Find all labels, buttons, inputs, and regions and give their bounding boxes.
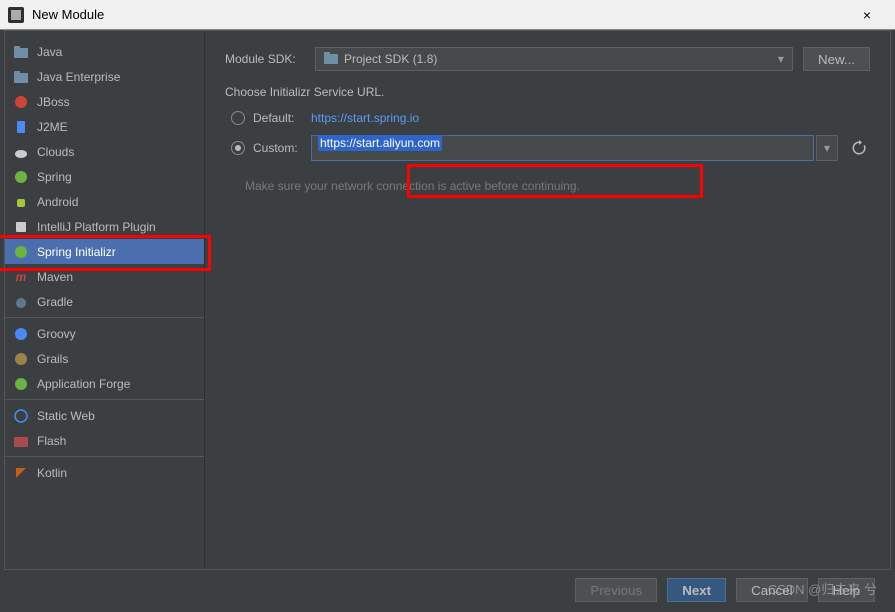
sidebar-item-maven[interactable]: m Maven — [5, 264, 204, 289]
globe-icon — [13, 408, 29, 424]
default-url-link[interactable]: https://start.spring.io — [311, 111, 419, 125]
grails-icon — [13, 351, 29, 367]
kotlin-icon — [13, 465, 29, 481]
sidebar-item-java-enterprise[interactable]: Java Enterprise — [5, 64, 204, 89]
custom-radio-row: Custom: https://start.aliyun.com ▾ — [225, 135, 870, 161]
plugin-icon — [13, 219, 29, 235]
sidebar-label: Spring Initializr — [37, 245, 116, 259]
sidebar-label: Clouds — [37, 145, 74, 159]
previous-button[interactable]: Previous — [575, 578, 657, 602]
sidebar-label: Flash — [37, 434, 66, 448]
spring-icon — [13, 169, 29, 185]
sidebar-item-groovy[interactable]: Groovy — [5, 321, 204, 346]
sidebar: Java Java Enterprise JBoss J2ME Clouds S… — [5, 31, 205, 569]
refresh-button[interactable] — [848, 137, 870, 159]
sidebar-item-application-forge[interactable]: Application Forge — [5, 371, 204, 396]
sidebar-label: J2ME — [37, 120, 68, 134]
content-panel: Module SDK: Project SDK (1.8) New... Cho… — [205, 31, 890, 569]
history-dropdown-button[interactable]: ▾ — [816, 135, 838, 161]
jboss-icon — [13, 94, 29, 110]
android-icon — [13, 194, 29, 210]
sidebar-item-jboss[interactable]: JBoss — [5, 89, 204, 114]
sidebar-label: Java Enterprise — [37, 70, 120, 84]
sidebar-item-static-web[interactable]: Static Web — [5, 403, 204, 428]
folder-icon — [13, 44, 29, 60]
sidebar-item-intellij-plugin[interactable]: IntelliJ Platform Plugin — [5, 214, 204, 239]
sdk-label: Module SDK: — [225, 52, 315, 66]
flash-icon — [13, 433, 29, 449]
spring-initializr-icon — [13, 244, 29, 260]
divider — [5, 317, 204, 318]
sidebar-item-android[interactable]: Android — [5, 189, 204, 214]
cloud-icon — [13, 144, 29, 160]
default-radio-row: Default: https://start.spring.io — [225, 111, 870, 125]
sidebar-item-j2me[interactable]: J2ME — [5, 114, 204, 139]
sidebar-label: JBoss — [37, 95, 70, 109]
sidebar-label: Spring — [37, 170, 72, 184]
sidebar-item-java[interactable]: Java — [5, 39, 204, 64]
custom-radio-label: Custom: — [253, 141, 311, 155]
sidebar-item-grails[interactable]: Grails — [5, 346, 204, 371]
sidebar-label: Gradle — [37, 295, 73, 309]
sidebar-label: Grails — [37, 352, 68, 366]
window-title: New Module — [32, 7, 847, 22]
watermark: CSDN @归去来 兮 — [768, 579, 877, 598]
maven-icon: m — [13, 269, 29, 285]
groovy-icon — [13, 326, 29, 342]
close-button[interactable]: × — [847, 0, 887, 30]
sidebar-item-gradle[interactable]: Gradle — [5, 289, 204, 314]
sidebar-label: Java — [37, 45, 62, 59]
gradle-icon — [13, 294, 29, 310]
j2me-icon — [13, 119, 29, 135]
sidebar-item-spring-initializr[interactable]: Spring Initializr — [5, 239, 204, 264]
sidebar-label: Application Forge — [37, 377, 130, 391]
custom-url-input[interactable]: https://start.aliyun.com — [311, 135, 814, 161]
sidebar-label: Android — [37, 195, 78, 209]
default-radio-label: Default: — [253, 111, 311, 125]
divider — [5, 399, 204, 400]
hint-text: Make sure your network connection is act… — [225, 179, 870, 193]
titlebar: New Module × — [0, 0, 895, 30]
custom-radio[interactable] — [231, 141, 245, 155]
sidebar-label: Kotlin — [37, 466, 67, 480]
section-label: Choose Initializr Service URL. — [225, 85, 870, 99]
new-sdk-button[interactable]: New... — [803, 47, 870, 71]
sdk-value: Project SDK (1.8) — [344, 52, 437, 66]
next-button[interactable]: Next — [667, 578, 726, 602]
sidebar-item-spring[interactable]: Spring — [5, 164, 204, 189]
app-icon — [8, 7, 24, 23]
sidebar-item-flash[interactable]: Flash — [5, 428, 204, 453]
sidebar-label: Groovy — [37, 327, 76, 341]
folder-icon — [324, 52, 338, 66]
forge-icon — [13, 376, 29, 392]
bottom-bar: Previous Next Cancel Help — [0, 570, 895, 610]
default-radio[interactable] — [231, 111, 245, 125]
sdk-dropdown[interactable]: Project SDK (1.8) — [315, 47, 793, 71]
sidebar-label: IntelliJ Platform Plugin — [37, 220, 156, 234]
main-area: Java Java Enterprise JBoss J2ME Clouds S… — [4, 30, 891, 570]
sidebar-item-kotlin[interactable]: Kotlin — [5, 460, 204, 485]
sidebar-label: Maven — [37, 270, 73, 284]
divider — [5, 456, 204, 457]
custom-url-value: https://start.aliyun.com — [318, 135, 442, 151]
sidebar-item-clouds[interactable]: Clouds — [5, 139, 204, 164]
sidebar-label: Static Web — [37, 409, 95, 423]
folder-icon — [13, 69, 29, 85]
